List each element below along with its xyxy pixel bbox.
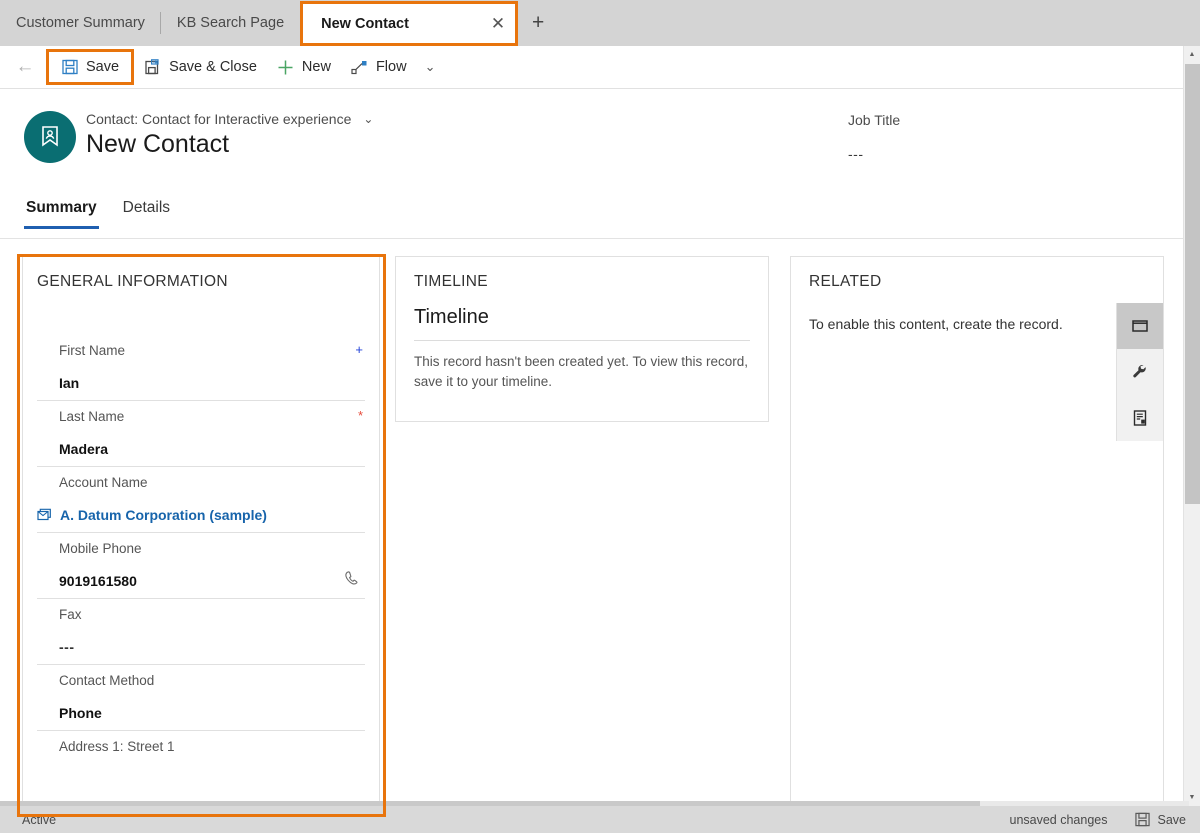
browser-tab-strip: Customer Summary KB Search Page New Cont…	[0, 0, 1200, 46]
tab-kb-search-page[interactable]: KB Search Page	[161, 0, 300, 46]
back-arrow-icon[interactable]: ←	[8, 50, 42, 84]
field-value-container: A. Datum Corporation (sample)	[37, 507, 365, 523]
flow-button-label: Flow	[375, 59, 407, 75]
recommended-marker-icon: +	[355, 342, 363, 357]
page-title: New Contact	[86, 130, 230, 158]
field-value: Madera	[59, 441, 109, 457]
header-field-label: Job Title	[848, 112, 901, 128]
field-label: Account Name	[59, 475, 148, 490]
new-tab-button[interactable]: +	[518, 0, 558, 46]
account-lookup-icon	[37, 507, 53, 523]
related-rail	[1116, 303, 1163, 441]
plus-icon	[277, 59, 294, 76]
related-empty-message: To enable this content, create the recor…	[809, 316, 1063, 332]
field-value: 9019161580	[59, 573, 137, 589]
tab-details[interactable]: Details	[121, 196, 172, 229]
form-tab-nav: Summary Details	[0, 196, 1189, 239]
flow-button[interactable]: Flow	[341, 51, 417, 83]
tab-summary[interactable]: Summary	[24, 196, 99, 229]
phone-call-icon[interactable]	[343, 570, 361, 588]
contact-card-icon	[38, 124, 62, 151]
tab-label: Customer Summary	[16, 15, 145, 31]
status-bar-right: unsaved changes Save	[1010, 811, 1200, 828]
save-and-close-button[interactable]: Save & Close	[134, 51, 267, 83]
field-address-1-street-1[interactable]: Address 1: Street 1	[37, 731, 365, 780]
field-label: Mobile Phone	[59, 541, 142, 556]
general-information-title: GENERAL INFORMATION	[37, 273, 228, 290]
related-section-title: RELATED	[809, 273, 882, 290]
field-value[interactable]: A. Datum Corporation (sample)	[60, 507, 267, 523]
tab-new-contact[interactable]: New Contact ✕	[300, 1, 519, 46]
tab-label: KB Search Page	[176, 15, 285, 31]
entity-breadcrumb[interactable]: Contact: Contact for Interactive experie…	[86, 111, 373, 127]
timeline-section-title: TIMELINE	[414, 273, 488, 290]
field-label: Address 1: Street 1	[59, 739, 175, 754]
timeline-empty-message: This record hasn't been created yet. To …	[414, 354, 748, 390]
save-button[interactable]: Save	[46, 49, 135, 85]
save-button-label: Save	[86, 59, 120, 75]
field-label: Fax	[59, 607, 82, 622]
field-label: First Name	[59, 343, 126, 358]
status-badge: Active	[22, 812, 57, 827]
entity-breadcrumb-label: Contact: Contact for Interactive experie…	[86, 111, 352, 127]
scroll-up-icon[interactable]: ▲	[1184, 46, 1200, 63]
general-information-fields: First Name Ian + Last Name Madera * Acco…	[23, 335, 379, 780]
field-value: Phone	[59, 705, 102, 721]
field-mobile-phone[interactable]: Mobile Phone 9019161580	[37, 533, 365, 599]
flow-icon	[351, 59, 368, 76]
field-value: ---	[59, 639, 75, 655]
chevron-down-icon[interactable]: ⌄	[363, 112, 373, 126]
status-save-button[interactable]: Save	[1134, 811, 1187, 828]
field-contact-method[interactable]: Contact Method Phone	[37, 665, 365, 731]
related-panel: RELATED To enable this content, create t…	[790, 256, 1164, 803]
save-icon	[1134, 811, 1151, 828]
form-document-icon[interactable]	[1117, 395, 1163, 441]
vertical-scrollbar[interactable]: ▲ ▼	[1183, 46, 1200, 806]
vertical-scrollbar-thumb[interactable]	[1185, 64, 1200, 504]
wrench-icon[interactable]	[1117, 349, 1163, 395]
required-marker-icon: *	[357, 408, 363, 423]
header-field-job-title[interactable]: Job Title ---	[848, 112, 900, 162]
tab-customer-summary[interactable]: Customer Summary	[0, 0, 161, 46]
field-last-name[interactable]: Last Name Madera *	[37, 401, 365, 467]
window-icon[interactable]	[1117, 303, 1163, 349]
field-fax[interactable]: Fax ---	[37, 599, 365, 665]
command-bar: ← Save Save & Close New Flow ⌄	[0, 46, 1189, 89]
field-value: Ian	[59, 375, 80, 391]
close-icon[interactable]: ✕	[491, 15, 505, 32]
save-icon	[61, 59, 78, 76]
new-button[interactable]: New	[267, 51, 341, 83]
field-account-name[interactable]: Account Name A. Datum Corporation (sampl…	[37, 467, 365, 533]
new-button-label: New	[301, 59, 331, 75]
save-and-close-icon	[144, 59, 161, 76]
unsaved-changes-label: unsaved changes	[1009, 812, 1108, 827]
avatar	[24, 111, 76, 163]
timeline-panel: TIMELINE Timeline This record hasn't bee…	[395, 256, 769, 422]
status-save-label: Save	[1157, 812, 1187, 827]
general-information-panel: GENERAL INFORMATION First Name Ian + Las…	[22, 256, 380, 805]
header-field-value: ---	[848, 146, 864, 162]
field-first-name[interactable]: First Name Ian +	[37, 335, 365, 401]
record-header: Contact: Contact for Interactive experie…	[0, 90, 1189, 238]
command-overflow-chevron-down-icon[interactable]: ⌄	[417, 59, 444, 75]
field-label: Contact Method	[59, 673, 155, 688]
save-and-close-button-label: Save & Close	[169, 59, 257, 75]
field-label: Last Name	[59, 409, 125, 424]
status-bar: Active unsaved changes Save	[0, 806, 1200, 833]
tab-label: New Contact	[321, 15, 409, 32]
timeline-heading: Timeline	[414, 291, 750, 341]
